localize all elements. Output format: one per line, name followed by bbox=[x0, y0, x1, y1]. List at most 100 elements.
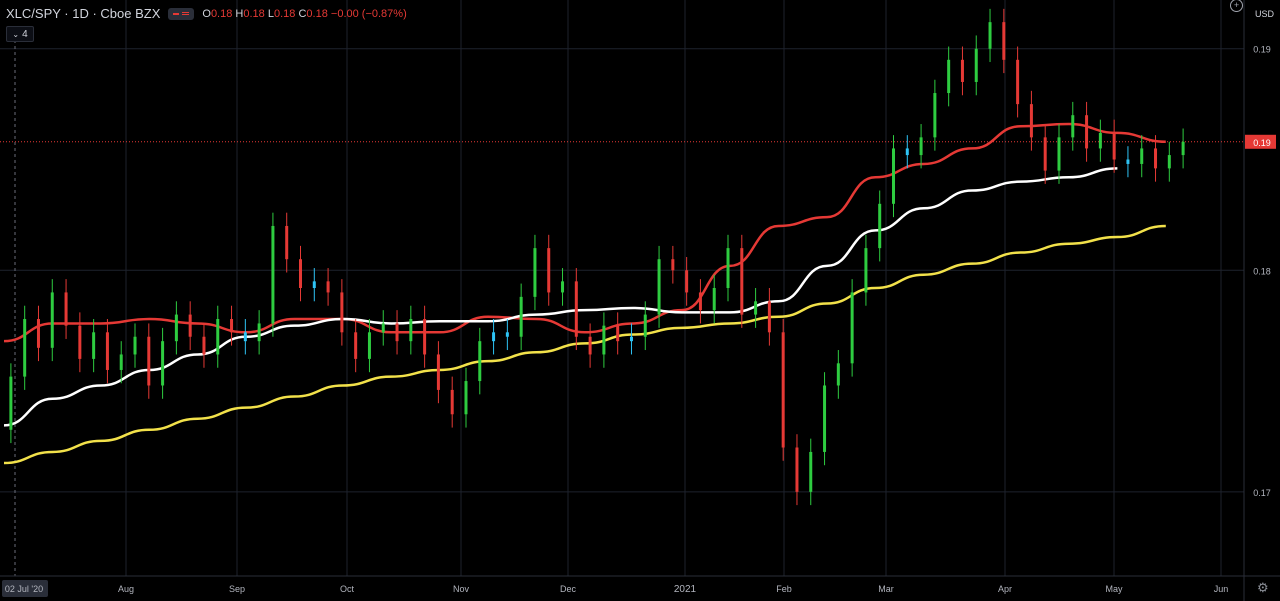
candle-body bbox=[216, 319, 220, 355]
candle-body bbox=[712, 288, 716, 311]
chart-legend: XLC/SPY · 1D · Cboe BZX O0.18 H0.18 L0.1… bbox=[6, 6, 407, 21]
candle-body bbox=[1154, 148, 1158, 169]
candle-body bbox=[588, 336, 592, 355]
candle-body bbox=[64, 292, 68, 326]
price-chart[interactable]: 0.19 0.18 0.17 02 Jul '20 Aug Sep Oct Nov Dec 202… bbox=[0, 0, 1280, 601]
candle-body bbox=[1112, 132, 1116, 160]
candle-body bbox=[823, 385, 827, 452]
candle-body bbox=[574, 281, 578, 337]
candle-body bbox=[326, 281, 330, 293]
candle-body bbox=[1029, 104, 1033, 138]
candle-body bbox=[285, 225, 289, 260]
candle-body bbox=[947, 59, 951, 94]
candle-body bbox=[367, 332, 371, 359]
candle-body bbox=[643, 314, 647, 337]
ma-slow-line bbox=[3, 224, 1166, 465]
x-tick-label: Apr bbox=[998, 584, 1012, 594]
candle-body bbox=[147, 336, 151, 386]
candle-body bbox=[533, 248, 537, 297]
candle-body bbox=[933, 93, 937, 138]
candle-body bbox=[988, 22, 992, 49]
candle-body bbox=[243, 332, 247, 342]
candle-body bbox=[629, 336, 633, 342]
candle-body bbox=[271, 225, 275, 324]
x-tick-label: Dec bbox=[560, 584, 577, 594]
currency-label[interactable]: USD bbox=[1255, 9, 1274, 19]
candle-body bbox=[92, 332, 96, 359]
candle-body bbox=[9, 376, 13, 430]
candlesticks bbox=[9, 8, 1185, 506]
candle-body bbox=[864, 248, 868, 293]
candle-body bbox=[685, 270, 689, 293]
x-tick-label: 2021 bbox=[674, 584, 697, 595]
candle-body bbox=[1181, 141, 1185, 156]
candle-body bbox=[1002, 22, 1006, 60]
candle-body bbox=[1098, 132, 1102, 149]
candle-body bbox=[795, 447, 799, 492]
candle-body bbox=[409, 319, 413, 342]
candle-body bbox=[505, 332, 509, 337]
ohlc-readout: O0.18 H0.18 L0.18 C0.18 −0.00 (−0.87%) bbox=[202, 7, 407, 20]
candle-body bbox=[519, 296, 523, 337]
candle-body bbox=[809, 451, 813, 492]
y-tick-label: 0.17 bbox=[1253, 488, 1271, 498]
candle-body bbox=[1140, 148, 1144, 164]
candle-body bbox=[423, 319, 427, 355]
candle-body bbox=[850, 292, 854, 364]
candle-body bbox=[174, 314, 178, 342]
candle-body bbox=[616, 325, 620, 342]
candle-body bbox=[119, 354, 123, 370]
candle-body bbox=[1126, 159, 1130, 164]
y-tick-label: 0.18 bbox=[1253, 266, 1271, 276]
visibility-toggle-icon[interactable] bbox=[168, 7, 195, 20]
candle-body bbox=[726, 248, 730, 288]
candle-body bbox=[892, 148, 895, 204]
candle-body bbox=[230, 319, 234, 333]
candle-body bbox=[161, 341, 165, 386]
ma-fast-line bbox=[3, 122, 1166, 343]
candle-body bbox=[547, 248, 551, 293]
candle-body bbox=[698, 292, 702, 311]
candle-body bbox=[78, 325, 82, 359]
candle-body bbox=[561, 281, 565, 293]
candle-body bbox=[781, 332, 785, 448]
x-tick-label: Nov bbox=[453, 584, 470, 594]
chart-axes: 0.19 0.18 0.17 02 Jul '20 Aug Sep Oct Nov Dec 202… bbox=[0, 0, 1280, 601]
candle-body bbox=[188, 314, 192, 337]
candle-body bbox=[960, 59, 964, 82]
last-price-label: 0.19 bbox=[1253, 138, 1271, 148]
candle-body bbox=[671, 259, 675, 271]
candle-body bbox=[1085, 115, 1089, 149]
candle-body bbox=[312, 281, 316, 288]
candle-body bbox=[905, 148, 909, 156]
candle-body bbox=[133, 336, 137, 355]
y-tick-label: 0.19 bbox=[1253, 45, 1271, 55]
candle-body bbox=[492, 332, 496, 342]
indicator-count: 4 bbox=[22, 28, 28, 40]
indicators-toggle[interactable]: ⌄ 4 bbox=[6, 26, 34, 42]
candle-body bbox=[478, 341, 482, 382]
candle-body bbox=[974, 48, 978, 82]
ma-mid-line bbox=[3, 167, 1118, 427]
candle-body bbox=[50, 292, 54, 348]
x-tick-label: May bbox=[1105, 584, 1123, 594]
candle-body bbox=[836, 363, 840, 386]
candle-body bbox=[381, 323, 385, 333]
candle-body bbox=[767, 301, 771, 333]
candle-body bbox=[340, 292, 344, 333]
candle-body bbox=[436, 354, 440, 390]
chart-grid bbox=[0, 0, 1244, 576]
gear-icon[interactable]: ⚙ bbox=[1257, 580, 1269, 596]
candle-body bbox=[354, 332, 358, 359]
x-tick-label: Jun bbox=[1214, 584, 1229, 594]
x-tick-label: Aug bbox=[118, 584, 134, 594]
x-tick-label: Mar bbox=[878, 584, 894, 594]
candle-body bbox=[740, 248, 744, 315]
moving-averages bbox=[3, 122, 1166, 465]
symbol-title[interactable]: XLC/SPY · 1D · Cboe BZX bbox=[6, 6, 160, 21]
candle-body bbox=[450, 389, 454, 415]
candle-body bbox=[878, 203, 882, 249]
candle-body bbox=[464, 381, 468, 415]
candle-body bbox=[257, 323, 261, 342]
candle-body bbox=[1043, 137, 1047, 171]
